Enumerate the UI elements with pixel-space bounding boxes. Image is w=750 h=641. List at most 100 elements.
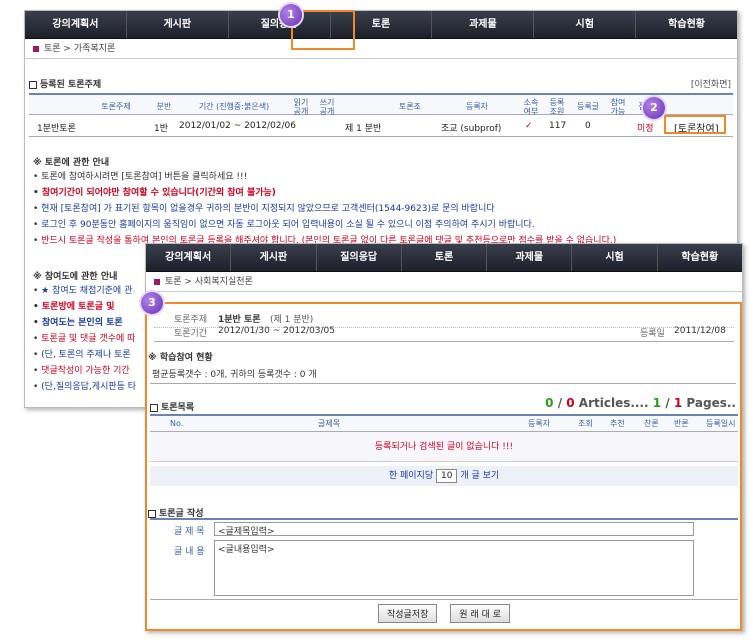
bullet-icon bbox=[154, 278, 160, 285]
participation-list: • ★ 참여도 채점기준에 관 • 토론방에 토론글 및 • 참여도는 본인의 토론… bbox=[33, 283, 136, 395]
list-item-text: 참여도는 본인의 토론 bbox=[41, 318, 123, 328]
section-title: 등록된 토론주제 bbox=[25, 80, 101, 90]
col-author: 등록자 bbox=[528, 419, 551, 428]
memo-icon bbox=[29, 80, 37, 89]
nav-qna[interactable]: 질의응답 bbox=[317, 244, 401, 271]
count-articles-label: Articles.... bbox=[574, 396, 653, 410]
section-title-text: 등록된 토론주제 bbox=[40, 80, 102, 90]
list-item: • (단, 토론의 주제나 토론 bbox=[33, 347, 136, 363]
list-item-text: 토론에 참여하시려면 [토론참여] 버튼을 클릭하세요 !!! bbox=[41, 172, 248, 182]
nav-board[interactable]: 게시판 bbox=[127, 11, 228, 38]
col-recommend: 추천 bbox=[610, 419, 625, 428]
step-badge-2: 2 bbox=[643, 97, 665, 119]
col-topic: 토론주제 bbox=[101, 102, 131, 111]
bullet-icon: • bbox=[33, 302, 42, 312]
list-item-text: 현재 [토론참여] 가 표기된 항목이 없을경우 귀하의 분반이 지정되지 않았… bbox=[41, 204, 495, 214]
participation-title: ※ 참여도에 관한 안내 bbox=[33, 272, 118, 282]
check-icon: ✓ bbox=[525, 121, 533, 131]
count-pages-label: Pages.. bbox=[682, 396, 736, 410]
list-item: • 참여기간이 되어야만 참여할 수 있습니다(기간외 참여 불가능) bbox=[33, 185, 616, 201]
col-author: 등록자 bbox=[465, 102, 489, 111]
row-topic[interactable]: 1분반토론 bbox=[37, 121, 76, 134]
list-item: • ★ 참여도 채점기준에 관 bbox=[33, 283, 136, 299]
list-item-text: 로그인 후 90분동안 홈페이지의 움직임이 없으면 자동 로그아웃 되어 입력… bbox=[41, 220, 535, 230]
row-group: 제 1 분반 bbox=[345, 124, 382, 134]
count-articles-shown: 0 bbox=[545, 396, 554, 410]
count-summary: 0 / 0 Articles.... 1 / 1 Pages.. bbox=[545, 396, 736, 410]
per-page-input[interactable]: 10 bbox=[435, 469, 458, 483]
status-text: 평균등록갯수 : 0개, 귀하의 등록갯수 : 0 개 bbox=[150, 366, 736, 384]
nav-progress[interactable]: 학습현황 bbox=[636, 11, 737, 38]
row-posts: 0 bbox=[585, 121, 591, 131]
nav-syllabus[interactable]: 강의계획서 bbox=[146, 244, 230, 271]
bullet-icon: • bbox=[33, 350, 42, 360]
reset-button[interactable]: 원 래 대 로 bbox=[450, 604, 510, 623]
count-articles-total: 0 bbox=[566, 396, 575, 410]
breadcrumb: 토론 > 사회복지실천론 bbox=[146, 272, 742, 292]
col-con: 반론 bbox=[674, 419, 689, 428]
period-row: 토론기간 2012/01/30 ~ 2012/03/05 등록일 2011/12… bbox=[154, 320, 734, 342]
reg-label: 등록일 bbox=[640, 329, 665, 339]
col-write: 쓰기 공개 bbox=[319, 98, 335, 116]
nav-progress[interactable]: 학습현황 bbox=[658, 244, 742, 271]
list-item-text: (단, 토론의 주제나 토론 bbox=[41, 350, 131, 360]
list-item: • (단,질의응답,게시판등 타 bbox=[33, 379, 136, 395]
col-read: 읽기 공개 bbox=[293, 98, 309, 116]
list-item-text: 참여기간이 되어야만 참여할 수 있습니다(기간외 참여 불가능) bbox=[41, 188, 276, 198]
list-item: • 참여도는 본인의 토론 bbox=[33, 315, 136, 331]
per-page-control: 한 페이지당 10 개 글 보기 bbox=[150, 466, 738, 486]
step-badge-3: 3 bbox=[141, 292, 163, 314]
count-page-current: 1 bbox=[652, 396, 662, 410]
col-date: 등록일시 bbox=[706, 419, 736, 428]
list-item: • 현재 [토론참여] 가 표기된 항목이 없을경우 귀하의 분반이 지정되지 … bbox=[33, 201, 616, 217]
bullet-icon: • bbox=[33, 334, 42, 344]
nav-exam[interactable]: 시험 bbox=[534, 11, 635, 38]
subject-input[interactable]: <글제목입력> bbox=[214, 522, 694, 537]
nav-exam[interactable]: 시험 bbox=[572, 244, 656, 271]
list-item: • 토론글 및 댓글 갯수에 따 bbox=[33, 331, 136, 347]
col-group: 토론조 bbox=[398, 102, 422, 111]
topic-table-header: 토론주제 분반 기간 (진행중:붉은색) 읽기 공개 쓰기 공개 토론조 등록자… bbox=[29, 93, 733, 116]
list-item: • 댓글작성이 가능한 기간 bbox=[33, 363, 136, 379]
bullet-icon: • bbox=[33, 236, 42, 246]
breadcrumb-text: 토론 > 가족복지론 bbox=[44, 44, 116, 54]
content-textarea[interactable]: <글내용입력> bbox=[214, 540, 694, 596]
list-icon bbox=[150, 403, 158, 412]
guide-list: • 토론에 참여하시려면 [토론참여] 버튼을 클릭하세요 !!! • 참여기간이… bbox=[33, 169, 616, 249]
col-title: 글제목 bbox=[318, 419, 341, 428]
pencil-icon bbox=[148, 509, 156, 518]
save-button[interactable]: 작성글저장 bbox=[378, 604, 438, 623]
row-members: 117 bbox=[549, 121, 567, 131]
list-item-text: ★ 참여도 채점기준에 관 bbox=[41, 286, 133, 296]
form-buttons: 작성글저장 원 래 대 로 bbox=[150, 604, 738, 623]
count-sep: / bbox=[553, 396, 567, 410]
row-status: 미정 bbox=[637, 124, 654, 134]
col-pro: 찬론 bbox=[644, 419, 659, 428]
content-label: 글 내 용 bbox=[174, 547, 205, 557]
nav-syllabus[interactable]: 강의계획서 bbox=[25, 11, 126, 38]
subject-label: 글 제 목 bbox=[174, 527, 205, 537]
nav-assignment[interactable]: 과제물 bbox=[432, 11, 533, 38]
col-join: 참여 가능 bbox=[610, 98, 626, 116]
write-form: 글 제 목 <글제목입력> 글 내 용 <글내용입력> bbox=[150, 518, 738, 600]
list-item-text: 토론방에 토론글 및 bbox=[41, 302, 115, 312]
list-title: 토론목록 bbox=[150, 400, 194, 413]
prev-link[interactable]: [이전화면] bbox=[691, 77, 731, 90]
topic-detail-panel: 토론주제 1분반 토론 (제 1 분반) 토론기간 2012/01/30 ~ 2… bbox=[148, 306, 738, 626]
list-item-text: 댓글작성이 가능한 기간 bbox=[41, 366, 130, 376]
reg-value: 2011/12/08 bbox=[674, 326, 726, 336]
count-page-total: 1 bbox=[673, 396, 683, 410]
nav-discussion[interactable]: 토론 bbox=[402, 244, 486, 271]
col-ban: 분반 bbox=[156, 102, 172, 111]
bullet-icon: • bbox=[33, 172, 42, 182]
guide-title: ※ 토론에 관한 안내 bbox=[33, 158, 110, 168]
nav-board[interactable]: 게시판 bbox=[231, 244, 315, 271]
col-no: No. bbox=[170, 419, 184, 428]
period-value: 2012/01/30 ~ 2012/03/05 bbox=[218, 326, 336, 336]
nav-assignment[interactable]: 과제물 bbox=[487, 244, 571, 271]
row-author: 조교 (subprof) bbox=[441, 124, 502, 134]
status-title: ※ 학습참여 현황 bbox=[148, 353, 213, 363]
col-period: 기간 (진행중:붉은색) bbox=[198, 102, 270, 111]
bullet-icon: • bbox=[33, 382, 42, 392]
col-views: 조회 bbox=[578, 419, 593, 428]
